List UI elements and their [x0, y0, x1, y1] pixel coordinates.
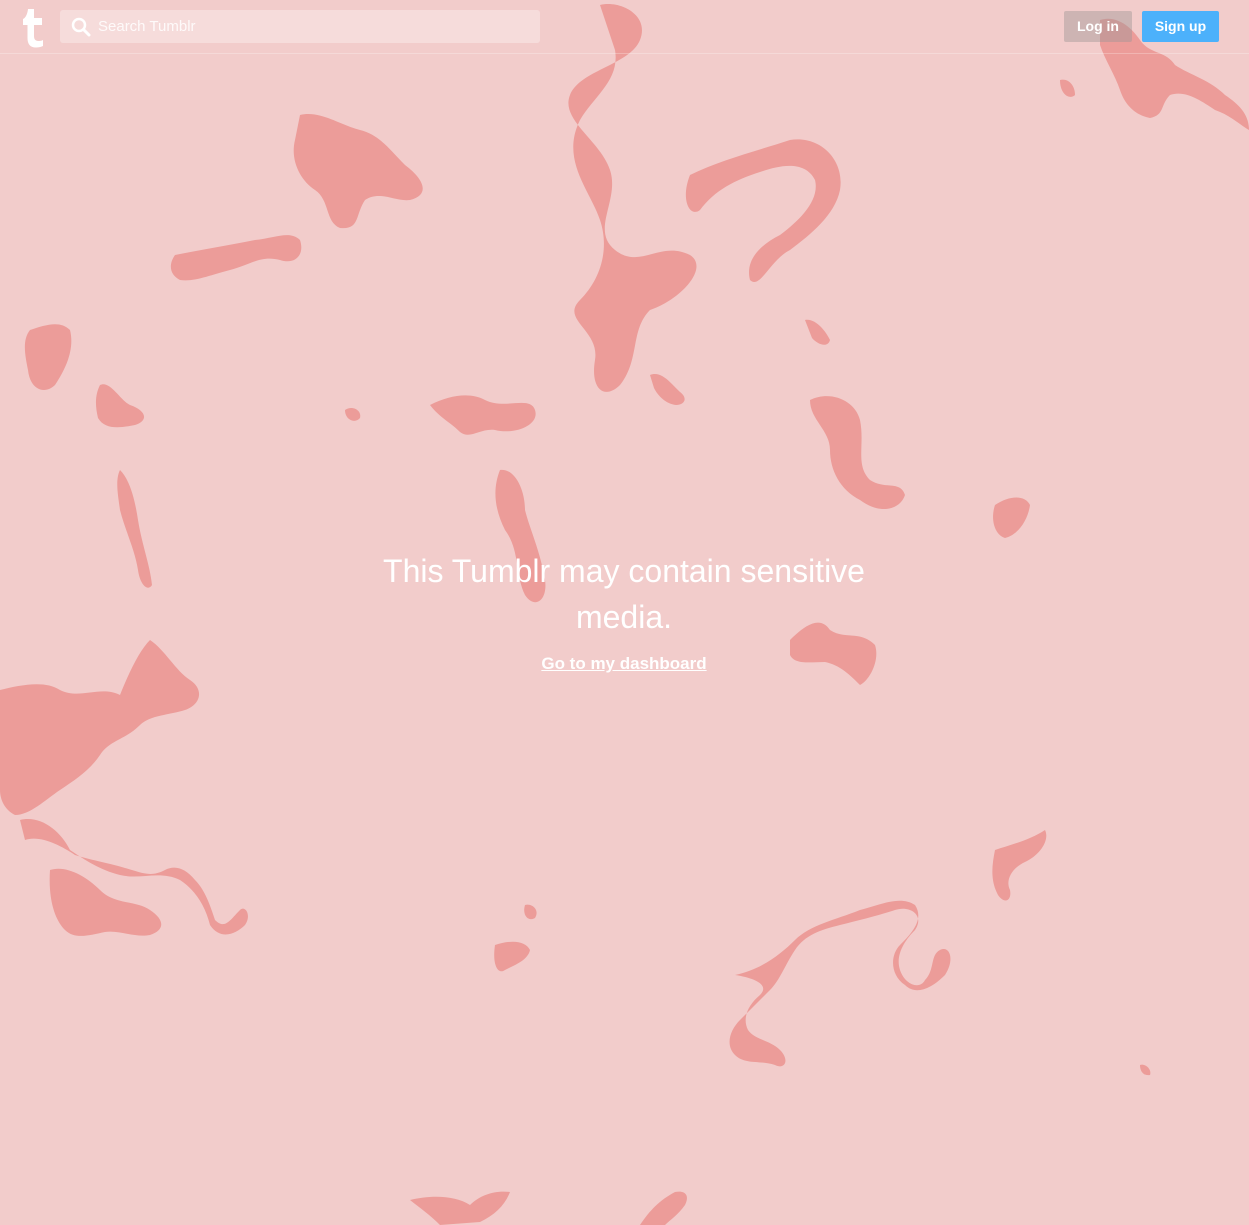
dashboard-link[interactable]: Go to my dashboard	[541, 654, 706, 674]
search-box[interactable]	[60, 10, 540, 43]
tumblr-t-icon[interactable]	[18, 6, 48, 48]
search-icon	[71, 17, 91, 37]
signup-button[interactable]: Sign up	[1142, 11, 1219, 42]
sensitive-media-message: This Tumblr may contain sensitive media.	[383, 553, 865, 635]
login-button[interactable]: Log in	[1064, 11, 1132, 42]
sensitive-media-notice: This Tumblr may contain sensitive media.…	[374, 548, 874, 674]
top-navigation-bar: Log in Sign up	[0, 0, 1249, 54]
search-input[interactable]	[98, 10, 528, 43]
